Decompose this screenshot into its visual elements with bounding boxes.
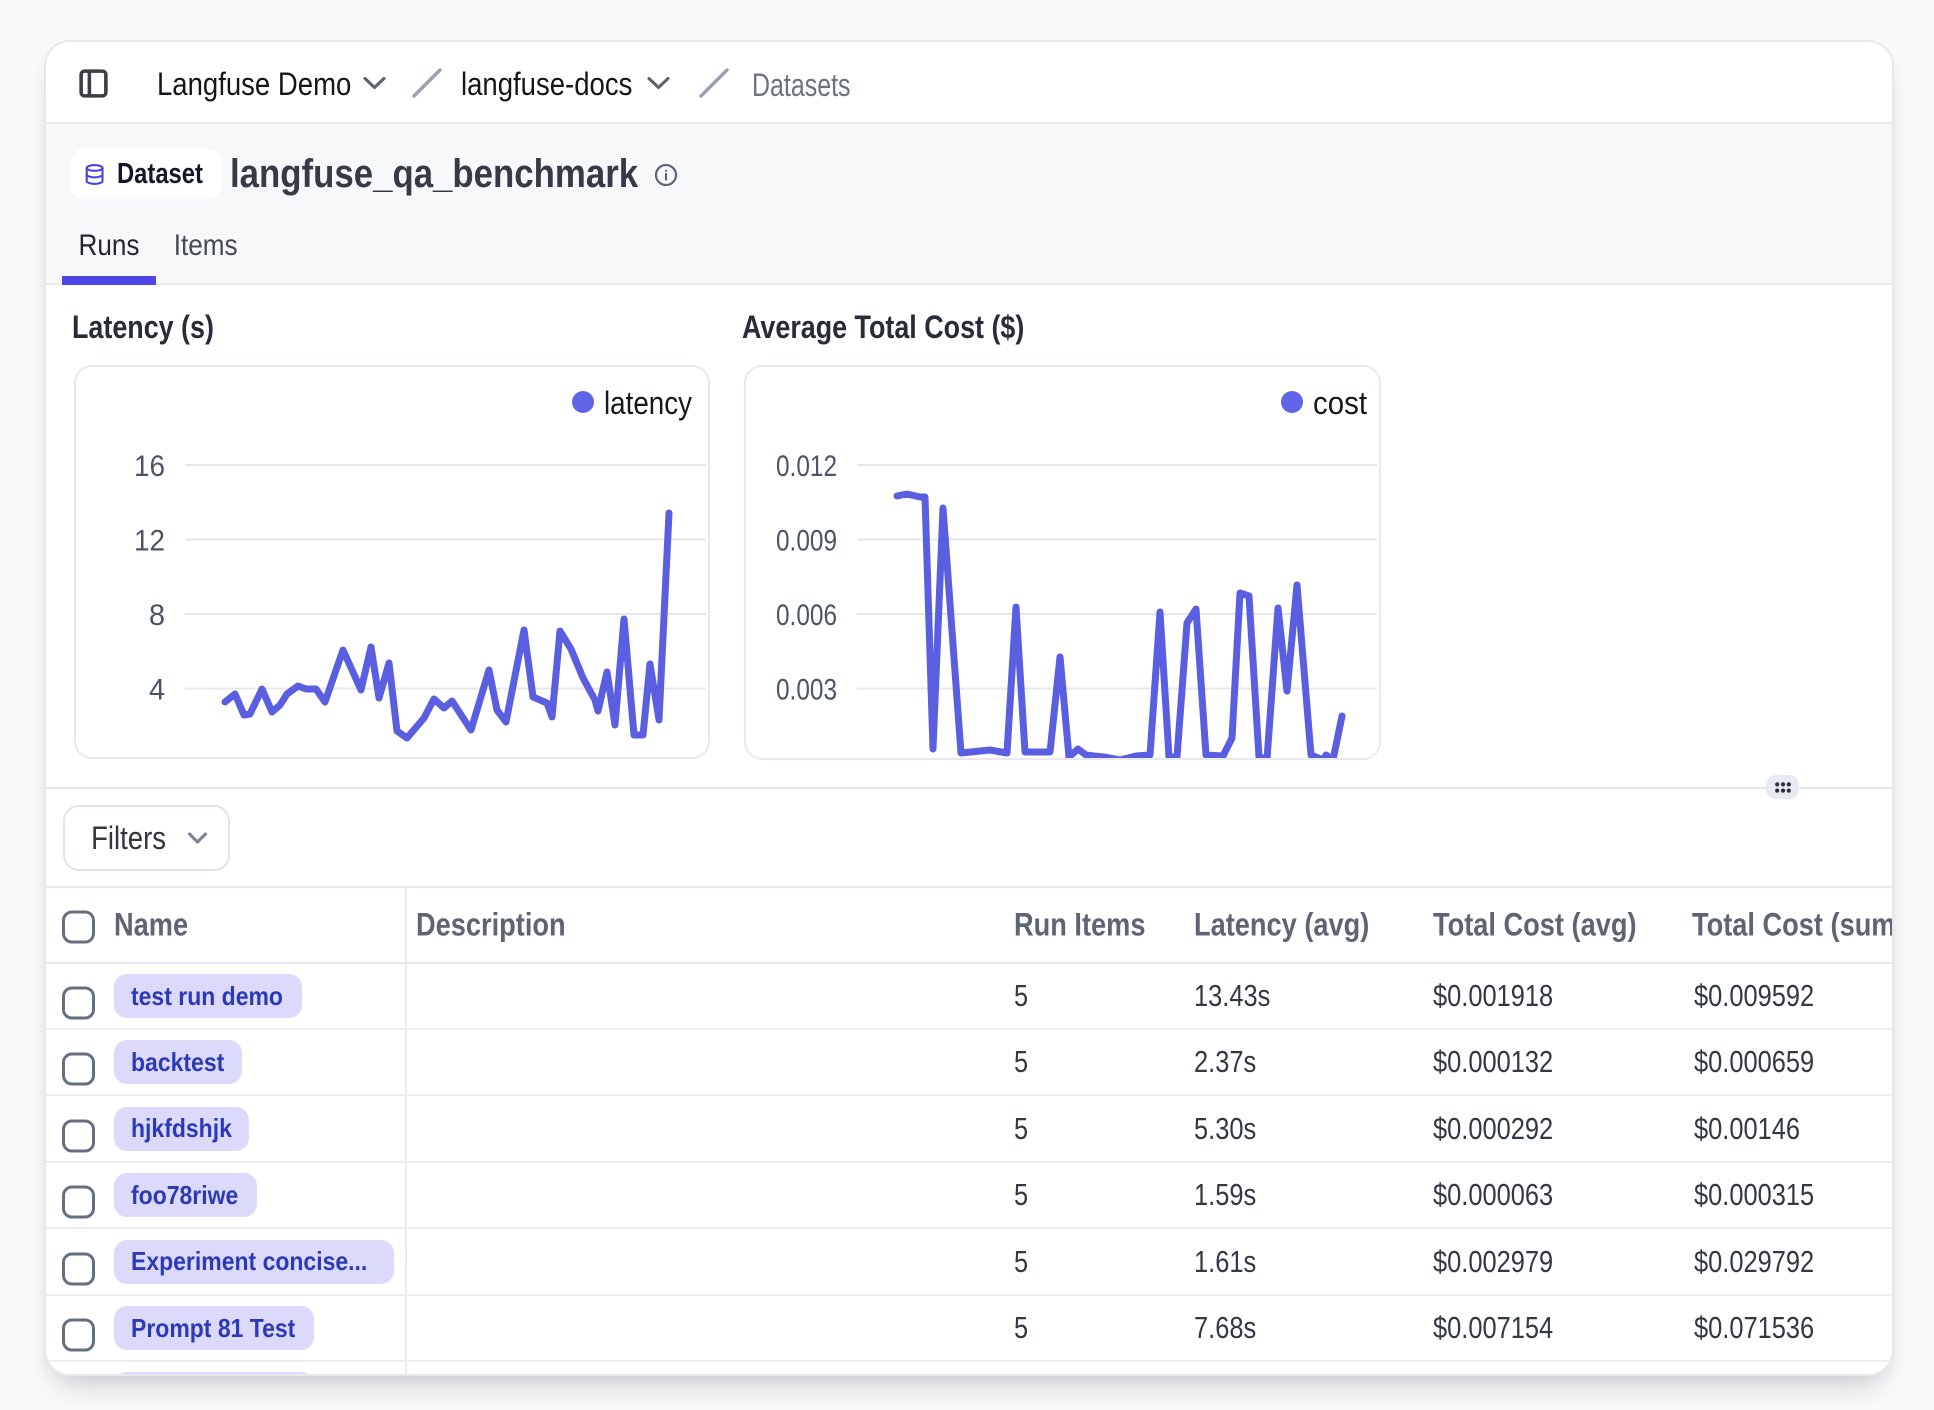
svg-text:0.003: 0.003 — [776, 674, 837, 707]
svg-text:0.009: 0.009 — [776, 525, 837, 558]
svg-text:12: 12 — [134, 525, 165, 558]
svg-text:latency: latency — [604, 385, 692, 421]
svg-text:0.006: 0.006 — [776, 599, 837, 632]
svg-text:cost: cost — [1313, 385, 1367, 421]
svg-text:0.012: 0.012 — [776, 450, 837, 483]
svg-text:8: 8 — [149, 599, 165, 632]
svg-text:4: 4 — [149, 674, 165, 707]
svg-text:16: 16 — [134, 450, 165, 483]
